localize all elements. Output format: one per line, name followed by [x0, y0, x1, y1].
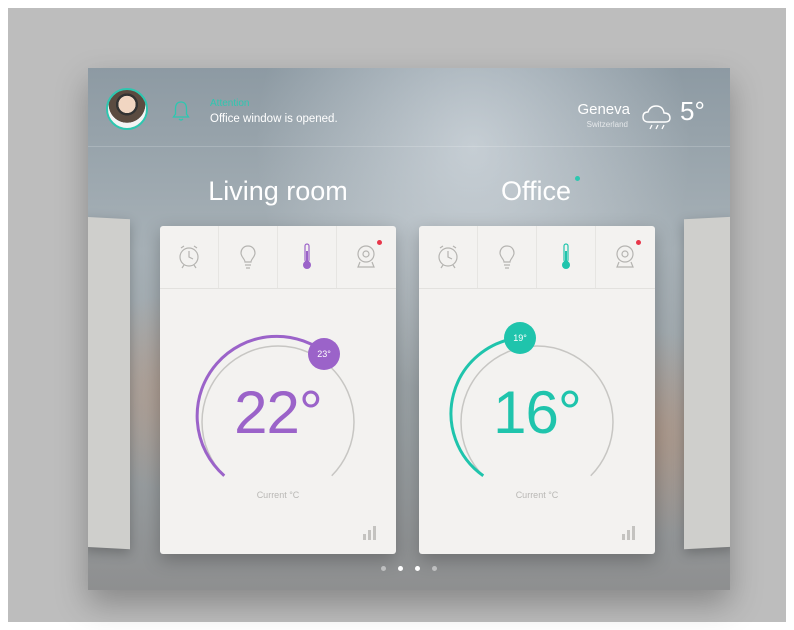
current-label: Current °C — [515, 490, 559, 500]
current-temperature: 22° — [234, 379, 323, 446]
page-indicator — [88, 566, 730, 571]
bulb-icon — [240, 245, 256, 269]
room-title-living-room: Living room — [208, 176, 348, 206]
page-dot[interactable] — [432, 566, 437, 571]
stats-icon[interactable] — [621, 524, 637, 540]
thermometer-icon — [562, 243, 570, 269]
user-avatar[interactable] — [106, 88, 148, 130]
tab-temperature[interactable] — [278, 226, 337, 288]
page-dot-active[interactable] — [415, 566, 420, 571]
tab-alarm[interactable] — [160, 226, 219, 288]
tab-light[interactable] — [478, 226, 537, 288]
living-room-card: 23° 22° Current °C — [160, 226, 396, 554]
city-subtitle: Switzerland — [586, 120, 628, 129]
current-label: Current °C — [256, 490, 300, 500]
screenshot-frame: Attention Office window is opened. Genev… — [8, 8, 786, 622]
notification-text[interactable]: Office window is opened. — [210, 113, 338, 125]
thermometer-icon — [303, 243, 311, 269]
bell-icon[interactable] — [171, 100, 191, 122]
office-status-dot — [575, 176, 580, 181]
previous-room-card[interactable] — [88, 216, 130, 550]
alarm-clock-icon — [179, 245, 199, 269]
app-screen: Attention Office window is opened. Genev… — [88, 68, 730, 590]
top-bar: Attention Office window is opened. Genev… — [88, 68, 730, 147]
tab-alarm[interactable] — [419, 226, 478, 288]
next-room-card[interactable] — [684, 216, 730, 550]
camera-icon — [357, 245, 375, 268]
card-tabs — [160, 226, 396, 289]
tab-light[interactable] — [219, 226, 278, 288]
camera-alert-dot — [377, 240, 382, 245]
page-dot-active[interactable] — [398, 566, 403, 571]
camera-icon — [616, 245, 634, 268]
office-card: 19° 16° Current °C — [419, 226, 655, 554]
notification-title: Attention — [210, 98, 250, 109]
room-title-office: Office — [500, 176, 572, 206]
stats-icon[interactable] — [362, 524, 378, 540]
tab-temperature[interactable] — [537, 226, 596, 288]
bulb-icon — [499, 245, 515, 269]
camera-alert-dot — [636, 240, 641, 245]
city-name: Geneva — [577, 101, 630, 118]
setpoint-badge[interactable]: 23° — [308, 338, 340, 370]
setpoint-badge[interactable]: 19° — [504, 322, 536, 354]
tab-camera[interactable] — [596, 226, 655, 288]
current-temperature: 16° — [493, 379, 582, 446]
cloud-rain-icon — [642, 105, 671, 130]
tab-camera[interactable] — [337, 226, 396, 288]
card-tabs — [419, 226, 655, 289]
outdoor-temperature: 5° — [680, 96, 705, 126]
alarm-clock-icon — [438, 245, 458, 269]
page-dot[interactable] — [381, 566, 386, 571]
